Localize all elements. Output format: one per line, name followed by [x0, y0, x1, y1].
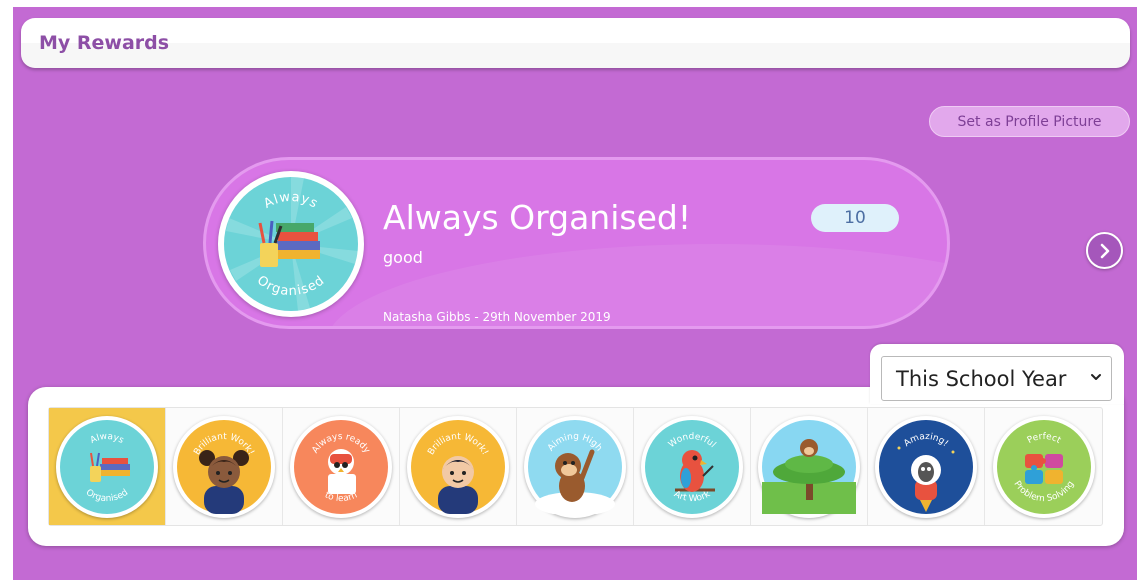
chevron-down-icon	[1091, 374, 1101, 380]
badge-gallery: Always Organised Brilliant Work! Always rea…	[28, 387, 1124, 546]
badge-ring: Brilliant Work!	[173, 415, 275, 518]
badge-tile[interactable]: Always Organised	[49, 408, 166, 525]
puzzle-icon: PerfectProblem Solving	[996, 419, 1091, 514]
badge-tile[interactable]: Amazing!	[868, 408, 985, 525]
books-icon: AlwaysOrganised	[60, 419, 154, 514]
badge-ring: Aiming High	[524, 415, 626, 518]
badge-tile[interactable]: Wonderful Art Work	[634, 408, 751, 525]
monkey-icon: Aiming High	[528, 419, 622, 514]
badge-tile[interactable]: Brilliant Work!	[400, 408, 517, 525]
tree-monkey-icon	[762, 419, 856, 514]
books-icon: Always Organised	[224, 177, 358, 311]
girl-icon: Brilliant Work!	[177, 419, 271, 514]
badge-tile[interactable]: Perfect Problem Solving	[985, 408, 1102, 525]
page-header: My Rewards	[21, 18, 1130, 68]
featured-badge: Always Organised	[218, 171, 364, 317]
featured-reward-card: Always Organised Always Organised! good …	[203, 157, 950, 329]
boy-icon: Brilliant Work!	[411, 419, 505, 514]
rewards-page: My Rewards Set as Profile Picture Always…	[0, 0, 1137, 580]
next-reward-button[interactable]	[1086, 232, 1123, 269]
badge-ring: Wonderful Art Work	[641, 415, 743, 518]
badge-ring: Brilliant Work!	[407, 415, 509, 518]
time-range-select[interactable]: This School Year	[881, 356, 1112, 401]
rocket-sheep-icon: Amazing!	[879, 419, 973, 514]
reward-description: good	[383, 248, 423, 267]
parrot-icon: WonderfulArt Work	[645, 419, 739, 514]
owl-icon: Always readyto learn	[294, 419, 388, 514]
reward-awarded-by: Natasha Gibbs - 29th November 2019	[383, 310, 611, 324]
set-profile-picture-button[interactable]: Set as Profile Picture	[929, 106, 1130, 137]
badge-ring: Always ready to learn	[290, 415, 392, 518]
badge-ring: Amazing!	[875, 415, 977, 518]
reward-count-badge: 10	[811, 204, 899, 232]
reward-title: Always Organised!	[383, 198, 692, 237]
badge-strip: Always Organised Brilliant Work! Always rea…	[48, 407, 1103, 526]
page-title: My Rewards	[39, 32, 170, 54]
badge-ring	[758, 415, 860, 518]
badge-tile[interactable]	[751, 408, 868, 525]
badge-tile[interactable]: Brilliant Work!	[166, 408, 283, 525]
badge-ring: Always Organised	[56, 415, 158, 518]
time-range-selected: This School Year	[896, 366, 1067, 391]
chevron-right-icon	[1100, 243, 1109, 258]
badge-tile[interactable]: Aiming High	[517, 408, 634, 525]
badge-ring: Perfect Problem Solving	[992, 415, 1095, 518]
badge-tile[interactable]: Always ready to learn	[283, 408, 400, 525]
